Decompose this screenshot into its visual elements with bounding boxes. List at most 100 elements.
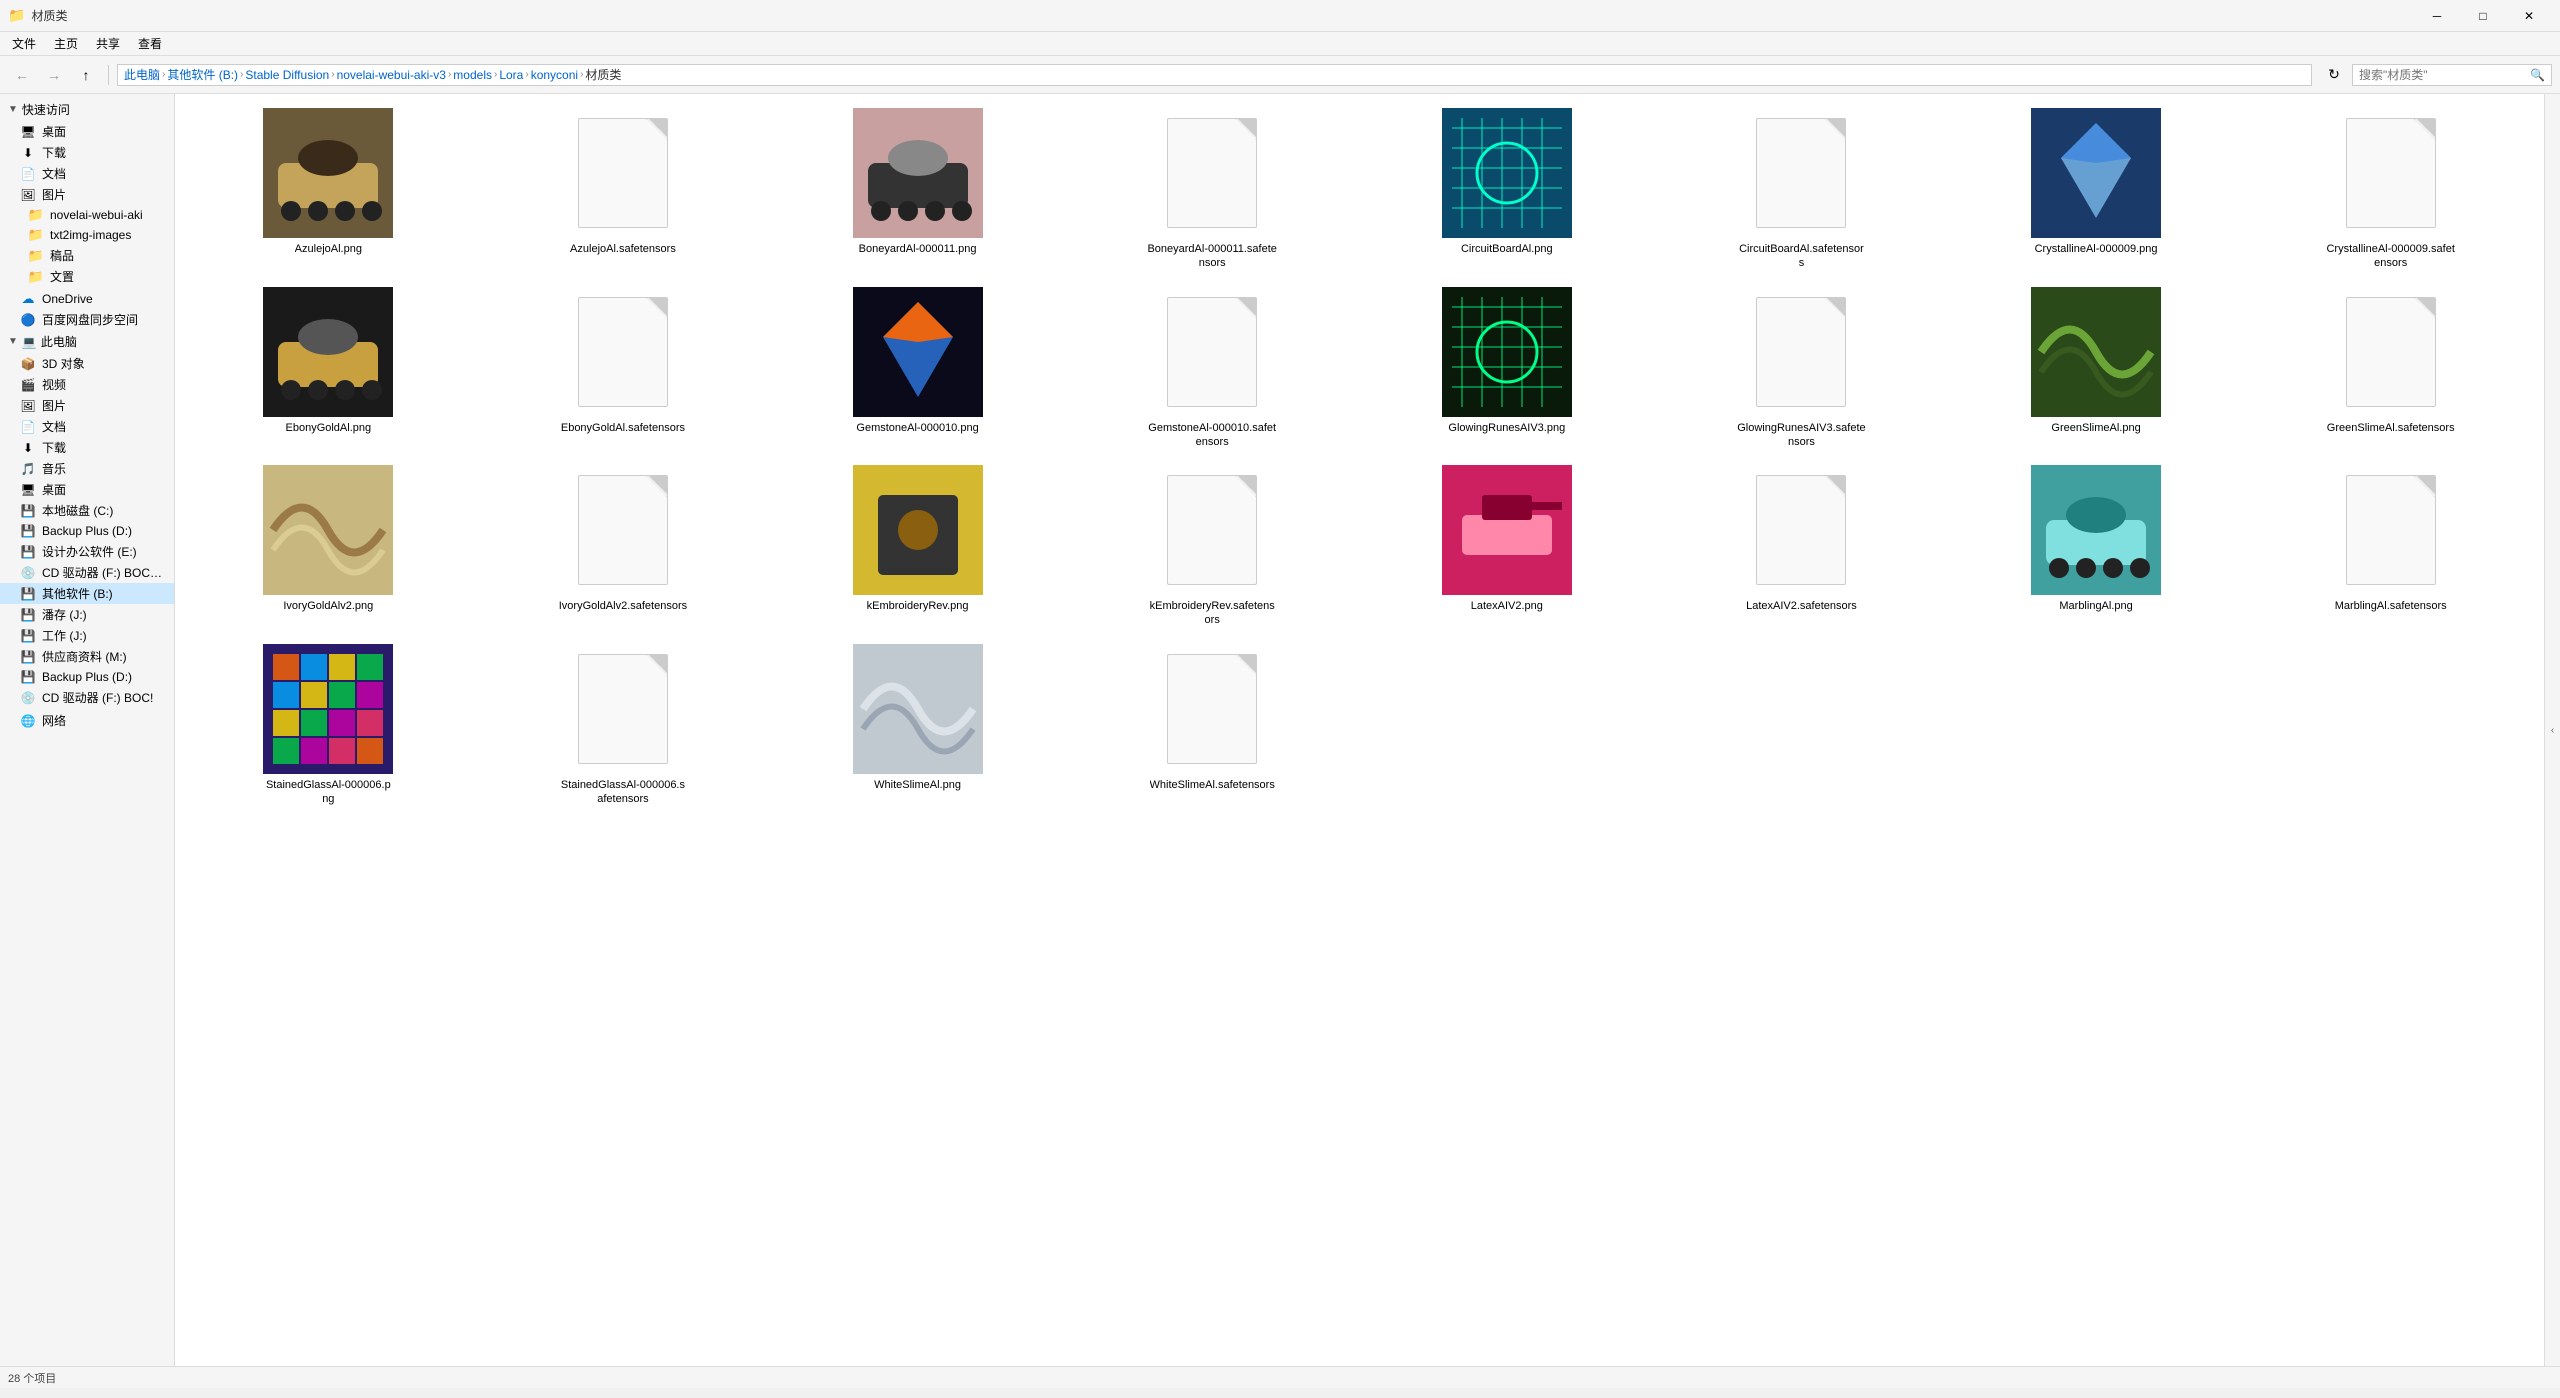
file-item[interactable]: GreenSlimeAl.safetensors bbox=[2245, 281, 2536, 456]
right-panel-toggle[interactable]: ‹ bbox=[2544, 94, 2560, 1366]
file-thumbnail bbox=[263, 287, 393, 417]
sidebar-item-music[interactable]: 🎵 音乐 bbox=[0, 458, 174, 479]
breadcrumb-novelai[interactable]: novelai-webui-aki-v3 bbox=[337, 68, 446, 82]
file-item[interactable]: AzulejoAl.png bbox=[183, 102, 474, 277]
file-item[interactable]: GreenSlimeAl.png bbox=[1951, 281, 2242, 456]
sidebar-item-desktop[interactable]: 🖥 桌面 bbox=[0, 121, 174, 142]
sidebar-item-drive-j2[interactable]: 💾 工作 (J:) bbox=[0, 625, 174, 646]
breadcrumb-lora[interactable]: Lora bbox=[499, 68, 523, 82]
folder-icon-1: 📁 bbox=[28, 207, 44, 223]
sidebar-item-pics[interactable]: 🖼 图片 bbox=[0, 395, 174, 416]
file-item[interactable]: MarblingAl.safetensors bbox=[2245, 459, 2536, 634]
drive-f-icon: 💿 bbox=[20, 565, 36, 581]
search-input[interactable] bbox=[2359, 68, 2526, 82]
menu-home[interactable]: 主页 bbox=[46, 33, 86, 54]
sidebar-item-document[interactable]: 📄 文档 bbox=[0, 416, 174, 437]
file-item[interactable]: CrystallineAl-000009.png bbox=[1951, 102, 2242, 277]
file-name-label: EbonyGoldAl.safetensors bbox=[561, 421, 685, 435]
main-layout: ▼ 快速访问 🖥 桌面 ⬇ 下载 📄 文档 🖼 图片 📁 novelai-w bbox=[0, 94, 2560, 1366]
file-thumbnail bbox=[263, 465, 393, 595]
sidebar-item-drive-f[interactable]: 💿 CD 驱动器 (F:) BOC… bbox=[0, 562, 174, 583]
menu-view[interactable]: 查看 bbox=[130, 33, 170, 54]
file-item[interactable]: GemstoneAl-000010.png bbox=[772, 281, 1063, 456]
sidebar-item-network[interactable]: 🌐 网络 bbox=[0, 710, 174, 731]
file-item[interactable]: LatexAIV2.safetensors bbox=[1656, 459, 1947, 634]
file-item[interactable]: EbonyGoldAl.safetensors bbox=[478, 281, 769, 456]
breadcrumb-sd[interactable]: Stable Diffusion bbox=[245, 68, 329, 82]
file-item[interactable]: LatexAIV2.png bbox=[1362, 459, 1653, 634]
file-item[interactable]: CircuitBoardAl.png bbox=[1362, 102, 1653, 277]
breadcrumb-konyconi[interactable]: konyconi bbox=[531, 68, 578, 82]
file-item[interactable]: WhiteSlimeAl.png bbox=[772, 638, 1063, 813]
file-item[interactable]: AzulejoAl.safetensors bbox=[478, 102, 769, 277]
address-breadcrumb[interactable]: 此电脑 › 其他软件 (B:) › Stable Diffusion › nov… bbox=[117, 64, 2312, 86]
file-item[interactable]: GemstoneAl-000010.safetensors bbox=[1067, 281, 1358, 456]
sidebar-item-dl[interactable]: ⬇ 下载 bbox=[0, 437, 174, 458]
quickaccess-header[interactable]: ▼ 快速访问 bbox=[0, 98, 174, 121]
sidebar-item-drive-m[interactable]: 💾 供应商资料 (M:) bbox=[0, 646, 174, 667]
forward-button[interactable]: → bbox=[40, 61, 68, 89]
baidu-icon: 🔵 bbox=[20, 312, 36, 328]
sidebar-item-txt2img[interactable]: 📁 txt2img-images bbox=[0, 225, 174, 245]
file-item[interactable]: IvoryGoldAlv2.png bbox=[183, 459, 474, 634]
sidebar-item-novelai[interactable]: 📁 novelai-webui-aki bbox=[0, 205, 174, 225]
file-item[interactable]: CircuitBoardAl.safetensors bbox=[1656, 102, 1947, 277]
sidebar-item-3d[interactable]: 📦 3D 对象 bbox=[0, 353, 174, 374]
sidebar-item-drive-e[interactable]: 💾 设计办公软件 (E:) bbox=[0, 541, 174, 562]
sidebar-drive-d-label: Backup Plus (D:) bbox=[42, 524, 132, 538]
sidebar-item-drive-j1[interactable]: 💾 潘存 (J:) bbox=[0, 604, 174, 625]
file-item[interactable]: StainedGlassAl-000006.safetensors bbox=[478, 638, 769, 813]
drive-m-icon: 💾 bbox=[20, 649, 36, 665]
blank-file-icon bbox=[578, 118, 668, 228]
breadcrumb-drive[interactable]: 其他软件 (B:) bbox=[167, 66, 238, 83]
sidebar-drive-m-label: 供应商资料 (M:) bbox=[42, 648, 127, 665]
up-button[interactable]: ↑ bbox=[72, 61, 100, 89]
sidebar-drive-e-label: 设计办公软件 (E:) bbox=[42, 543, 137, 560]
refresh-button[interactable]: ↻ bbox=[2320, 61, 2348, 89]
sidebar-item-video[interactable]: 🎬 视频 bbox=[0, 374, 174, 395]
menu-share[interactable]: 共享 bbox=[88, 33, 128, 54]
file-item[interactable]: GlowingRunesAIV3.png bbox=[1362, 281, 1653, 456]
maximize-button[interactable]: □ bbox=[2460, 0, 2506, 32]
file-thumbnail bbox=[2031, 465, 2161, 595]
sidebar-item-drive-d2[interactable]: 💾 Backup Plus (D:) bbox=[0, 667, 174, 687]
sidebar-item-docs[interactable]: 📄 文档 bbox=[0, 163, 174, 184]
toolbar: ← → ↑ 此电脑 › 其他软件 (B:) › Stable Diffusion… bbox=[0, 56, 2560, 94]
sidebar-item-download[interactable]: ⬇ 下载 bbox=[0, 142, 174, 163]
file-item[interactable]: CrystallineAl-000009.safetensors bbox=[2245, 102, 2536, 277]
close-button[interactable]: ✕ bbox=[2506, 0, 2552, 32]
sidebar-drive-f-label: CD 驱动器 (F:) BOC… bbox=[42, 564, 162, 581]
sidebar-item-drive-c[interactable]: 💾 本地磁盘 (C:) bbox=[0, 500, 174, 521]
sidebar-item-drive-b[interactable]: 💾 其他软件 (B:) bbox=[0, 583, 174, 604]
sidebar-item-onedrive[interactable]: ☁ OneDrive bbox=[0, 289, 174, 309]
breadcrumb-pc[interactable]: 此电脑 bbox=[124, 66, 160, 83]
sidebar-item-drive-f2[interactable]: 💿 CD 驱动器 (F:) BOC! bbox=[0, 687, 174, 708]
sidebar-item-drive-d[interactable]: 💾 Backup Plus (D:) bbox=[0, 521, 174, 541]
file-item[interactable]: WhiteSlimeAl.safetensors bbox=[1067, 638, 1358, 813]
search-box[interactable]: 🔍 bbox=[2352, 64, 2552, 86]
file-item[interactable]: BoneyardAl-000011.safetensors bbox=[1067, 102, 1358, 277]
file-item[interactable]: kEmbroideryRev.png bbox=[772, 459, 1063, 634]
sidebar-item-baidu[interactable]: 🔵 百度网盘同步空间 bbox=[0, 309, 174, 330]
sidebar-item-gaocao[interactable]: 📁 稿品 bbox=[0, 245, 174, 266]
docs-icon: 📄 bbox=[20, 166, 36, 182]
file-name-label: GlowingRunesAIV3.png bbox=[1448, 421, 1565, 435]
file-thumbnail bbox=[2326, 287, 2456, 417]
sidebar-item-pictures[interactable]: 🖼 图片 bbox=[0, 184, 174, 205]
back-button[interactable]: ← bbox=[8, 61, 36, 89]
thispc-header[interactable]: ▼ 💻 此电脑 bbox=[0, 330, 174, 353]
file-item[interactable]: IvoryGoldAlv2.safetensors bbox=[478, 459, 769, 634]
file-item[interactable]: EbonyGoldAl.png bbox=[183, 281, 474, 456]
file-item[interactable]: StainedGlassAl-000006.png bbox=[183, 638, 474, 813]
file-name-label: EbonyGoldAl.png bbox=[286, 421, 372, 435]
file-item[interactable]: BoneyardAl-000011.png bbox=[772, 102, 1063, 277]
sidebar-item-wenzhi[interactable]: 📁 文置 bbox=[0, 266, 174, 287]
minimize-button[interactable]: ─ bbox=[2414, 0, 2460, 32]
menu-file[interactable]: 文件 bbox=[4, 33, 44, 54]
breadcrumb-models[interactable]: models bbox=[453, 68, 492, 82]
blank-file-icon bbox=[578, 475, 668, 585]
file-item[interactable]: GlowingRunesAIV3.safetensors bbox=[1656, 281, 1947, 456]
file-item[interactable]: kEmbroideryRev.safetensors bbox=[1067, 459, 1358, 634]
sidebar-item-desktp[interactable]: 🖥 桌面 bbox=[0, 479, 174, 500]
file-item[interactable]: MarblingAl.png bbox=[1951, 459, 2242, 634]
